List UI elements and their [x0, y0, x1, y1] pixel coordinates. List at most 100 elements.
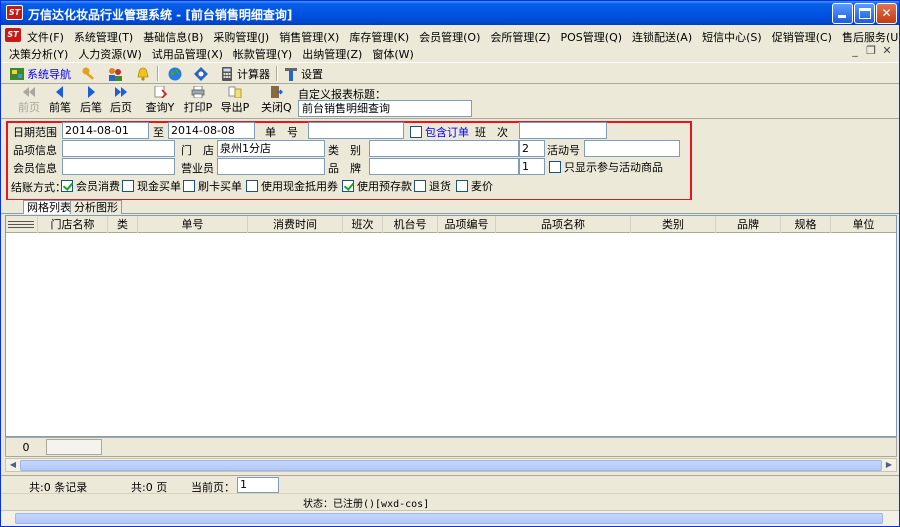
column-header[interactable]: 品项编号 [438, 216, 496, 233]
scroll-right-icon[interactable]: ▶ [882, 459, 896, 471]
toolbar-separator [276, 66, 278, 81]
column-header[interactable]: 类别 [631, 216, 716, 233]
primary-menu-item[interactable]: 会员管理(O) [419, 29, 480, 45]
payment-checkbox-voucher[interactable]: 使用现金抵用券 [246, 178, 338, 194]
primary-menu-item[interactable]: 售后服务(U) [842, 29, 900, 45]
date-to-input[interactable]: 2014-08-08 [168, 122, 255, 139]
category-input[interactable] [369, 140, 519, 157]
member-info-input[interactable] [62, 158, 175, 175]
primary-menu-item[interactable]: 销售管理(X) [279, 29, 339, 45]
data-grid[interactable]: 门店名称 类 单号 消费时间 班次 机台号 品项编号 品项名称 类别 品牌 规格… [5, 215, 897, 437]
print-button[interactable]: 打印P [183, 86, 213, 116]
globe-button[interactable] [167, 65, 183, 82]
primary-menu-item[interactable]: 库存管理(K) [349, 29, 409, 45]
next-record-label: 后笔 [80, 101, 102, 114]
secondary-menu-item[interactable]: 决策分析(Y) [9, 46, 68, 62]
tab-analysis-chart[interactable]: 分析图形 [70, 200, 122, 214]
footer-cell [46, 439, 102, 455]
toolbar-separator [157, 66, 159, 81]
activity-no-input[interactable] [584, 140, 680, 157]
payment-label: 使用现金抵用券 [261, 180, 338, 193]
next-record-button[interactable]: 后笔 [78, 86, 104, 116]
mdi-restore-button[interactable]: ❐ [863, 44, 879, 58]
info-button[interactable] [193, 65, 209, 82]
mdi-child-icon[interactable]: ST [5, 28, 21, 42]
store-input[interactable]: 泉州1分店 [217, 140, 325, 157]
mdi-minimize-button[interactable]: _ [847, 44, 863, 58]
mdi-close-button[interactable]: ✕ [879, 44, 895, 58]
primary-menu-item[interactable]: 连锁配送(A) [632, 29, 692, 45]
title-bar[interactable]: ST 万信达化妆品行业管理系统 - [前台销售明细查询] ✕ [1, 1, 899, 25]
column-header[interactable]: 品项名称 [496, 216, 631, 233]
key-button[interactable] [81, 65, 97, 82]
calculator-button[interactable]: 计算器 [219, 65, 270, 82]
row-selector-header[interactable] [6, 216, 38, 233]
primary-menu-item[interactable]: POS管理(Q) [561, 29, 623, 45]
only-promo-checkbox[interactable]: 只显示参与活动商品 [549, 159, 663, 175]
scrollbar-thumb[interactable] [20, 460, 882, 471]
column-header[interactable]: 班次 [343, 216, 383, 233]
order-no-input[interactable] [308, 122, 404, 139]
column-header[interactable]: 单号 [138, 216, 248, 233]
current-page-input[interactable]: 1 [237, 477, 279, 493]
salesperson-input[interactable] [217, 158, 325, 175]
date-from-input[interactable]: 2014-08-01 [62, 122, 149, 139]
brand-input[interactable] [369, 158, 519, 175]
secondary-menu-item[interactable]: 帐款管理(Y) [233, 46, 292, 62]
primary-menu-item[interactable]: 采购管理(J) [213, 29, 269, 45]
minimize-button[interactable] [832, 3, 853, 24]
bottom-horizontal-scrollbar[interactable] [1, 510, 899, 526]
column-header[interactable]: 类 [108, 216, 138, 233]
primary-menu-item[interactable]: 短信中心(S) [702, 29, 762, 45]
payment-checkbox-return[interactable]: 退货 [414, 178, 451, 194]
primary-menu-item[interactable]: 文件(F) [27, 29, 64, 45]
category-level-input[interactable]: 2 [519, 140, 545, 157]
secondary-menu-item[interactable]: 试用品管理(X) [152, 46, 223, 62]
include-orders-checkbox[interactable]: 包含订单 [410, 124, 469, 140]
payment-checkbox-cash[interactable]: 现金买单 [122, 178, 181, 194]
maximize-button[interactable] [854, 3, 875, 24]
secondary-menu-item[interactable]: 出纳管理(Z) [302, 46, 362, 62]
app-logo-icon[interactable]: ST [6, 5, 23, 20]
export-button[interactable]: 导出P [220, 86, 250, 116]
secondary-menu-item[interactable]: 窗体(W) [372, 46, 413, 62]
primary-menu-item[interactable]: 基础信息(B) [143, 29, 203, 45]
item-info-input[interactable] [62, 140, 175, 157]
column-header[interactable]: 门店名称 [38, 216, 108, 233]
primary-menu-item[interactable]: 促销管理(C) [772, 29, 832, 45]
shift-input[interactable] [519, 122, 607, 139]
salesperson-label: 营业员 [181, 162, 214, 175]
payment-label: 退货 [429, 180, 451, 193]
column-header[interactable]: 单位 [831, 216, 896, 233]
tab-grid-list[interactable]: 网格列表 [23, 200, 75, 214]
payment-checkbox-price[interactable]: 麦价 [456, 178, 493, 194]
next-page-label: 后页 [110, 101, 132, 114]
column-header[interactable]: 品牌 [716, 216, 781, 233]
next-page-button[interactable]: 后页 [108, 86, 134, 116]
brand-level-input[interactable]: 1 [519, 158, 545, 175]
column-header[interactable]: 规格 [781, 216, 831, 233]
secondary-menu-item[interactable]: 人力资源(W) [78, 46, 141, 62]
system-nav-button[interactable]: 系统导航 [9, 65, 71, 82]
close-window-button[interactable]: ✕ [876, 3, 897, 24]
custom-title-input[interactable]: 前台销售明细查询 [298, 100, 472, 117]
scroll-left-icon[interactable]: ◀ [6, 459, 20, 471]
settings-button[interactable]: 设置 [283, 65, 323, 82]
primary-menu-item[interactable]: 会所管理(Z) [490, 29, 550, 45]
primary-menu-item[interactable]: 系统管理(T) [74, 29, 133, 45]
query-button[interactable]: 查询Y [144, 86, 176, 116]
prev-record-button[interactable]: 前笔 [47, 86, 73, 116]
payment-checkbox-member[interactable]: 会员消费 [61, 178, 120, 194]
bell-button[interactable] [135, 65, 151, 82]
column-header[interactable]: 消费时间 [248, 216, 343, 233]
prev-page-button[interactable]: 前页 [15, 86, 43, 116]
users-button[interactable] [107, 65, 123, 82]
scrollbar-thumb[interactable] [15, 513, 883, 524]
grid-horizontal-scrollbar[interactable]: ◀ ▶ [5, 458, 897, 472]
column-header[interactable]: 机台号 [383, 216, 438, 233]
payment-checkbox-card[interactable]: 刷卡买单 [183, 178, 242, 194]
only-promo-label: 只显示参与活动商品 [564, 161, 663, 174]
payment-checkbox-prepaid[interactable]: 使用预存款 [342, 178, 412, 194]
query-label: 查询Y [145, 101, 175, 114]
close-report-button[interactable]: 关闭Q [261, 86, 292, 116]
